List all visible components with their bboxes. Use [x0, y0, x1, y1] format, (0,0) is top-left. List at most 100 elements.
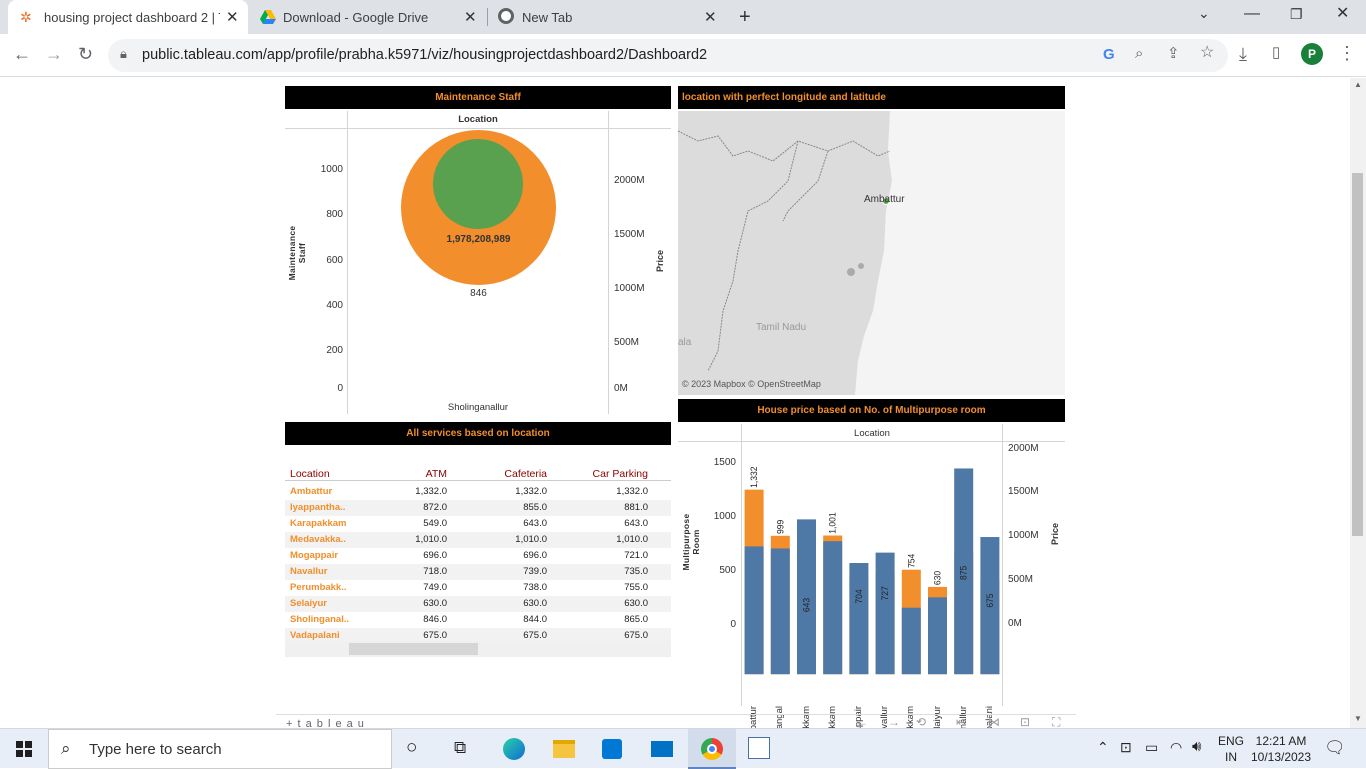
chrome-menu-icon[interactable]: ⋮ [1338, 44, 1356, 62]
share-icon[interactable]: ⋈ [988, 715, 1000, 728]
mail-icon[interactable] [651, 741, 673, 757]
microsoft-store-icon[interactable] [602, 739, 622, 759]
cortana-icon[interactable]: ○ [406, 737, 417, 759]
scroll-down-arrow-icon[interactable]: ▼ [1354, 714, 1362, 723]
reload-icon[interactable]: ↻ [78, 45, 93, 63]
tab-new-tab[interactable]: New Tab ✕ [490, 0, 726, 34]
back-arrow-icon[interactable]: ← [13, 45, 31, 63]
bookmark-star-icon[interactable]: ☆ [1200, 45, 1214, 61]
revert-icon[interactable]: ⟲ [916, 715, 926, 728]
table-row[interactable]: Perumbakk.. 749.0 738.0 755.0 [285, 580, 671, 596]
url-text[interactable]: public.tableau.com/app/profile/prabha.k5… [142, 47, 707, 63]
y2-tick: 1500M [1008, 486, 1039, 497]
price-bar[interactable] [875, 552, 895, 675]
y-tick: 1500 [713, 457, 736, 468]
window-close-icon[interactable]: ✕ [1336, 6, 1349, 22]
download-icon[interactable]: ⤓ [1239, 45, 1247, 63]
table-row[interactable]: Selaiyur 630.0 630.0 630.0 [285, 596, 671, 612]
table-row[interactable]: Mogappair 696.0 696.0 721.0 [285, 548, 671, 564]
y-tick: 400 [326, 300, 343, 311]
bar-value-label: 643 [801, 598, 812, 612]
undo-icon[interactable]: ← [856, 715, 868, 728]
value-cell: 1,332.0 [415, 486, 447, 497]
notifications-icon[interactable]: 🗨︎ [1324, 738, 1346, 758]
value-cell: 1,010.0 [515, 534, 547, 545]
services-table[interactable]: Location ATM Cafeteria Car Parking Ambat… [285, 447, 671, 658]
download-icon[interactable]: ⊡ [1020, 715, 1030, 728]
profile-avatar[interactable]: P [1301, 43, 1323, 65]
redo-icon[interactable]: → [888, 715, 900, 728]
close-tab-icon[interactable]: ✕ [704, 8, 717, 26]
bar-value-label: 727 [880, 586, 891, 600]
services-header: All services based on location [285, 422, 671, 445]
maintenance-staff-header: Maintenance Staff [285, 86, 671, 109]
house-price-chart[interactable]: Location Multipurpose Room Price 1500 10… [678, 424, 1065, 728]
volume-icon[interactable]: 🔊︎ [1192, 738, 1201, 755]
tab-google-drive[interactable]: Download - Google Drive ✕ [250, 0, 486, 34]
close-tab-icon[interactable]: ✕ [226, 8, 239, 26]
maintenance-staff-chart[interactable]: Location Maintenance Staff Price 1000 80… [285, 111, 671, 414]
region-label: Tamil Nadu [756, 322, 807, 333]
first-page-icon[interactable]: ⇤ [956, 715, 966, 728]
header-divider [285, 480, 671, 481]
table-row[interactable]: Ambattur 1,332.0 1,332.0 1,332.0 [285, 484, 671, 500]
bar-value-label: 999 [775, 520, 786, 534]
address-bar[interactable]: 🔒︎ public.tableau.com/app/profile/prabha… [108, 39, 1228, 72]
table-scrollbar[interactable] [285, 641, 671, 657]
minimize-icon[interactable]: — [1244, 6, 1260, 22]
chrome-taskbar-button[interactable] [688, 729, 736, 769]
price-bar[interactable] [770, 548, 790, 675]
price-bar[interactable] [849, 563, 869, 675]
clock-date: 10/13/2023 [1250, 750, 1312, 764]
file-explorer-icon[interactable] [553, 740, 575, 758]
snipping-tool-icon[interactable] [748, 737, 770, 759]
page-scrollbar[interactable]: ▲ ▼ [1350, 78, 1366, 728]
table-row[interactable]: Iyappantha.. 872.0 855.0 881.0 [285, 500, 671, 516]
show-hidden-icons-chevron-icon[interactable]: ⌃ [1097, 739, 1109, 756]
location-cell: Medavakka.. [290, 534, 346, 545]
y2-tick: 0M [614, 383, 628, 394]
value-cell: 739.0 [523, 566, 547, 577]
price-bar[interactable] [823, 541, 843, 675]
windows-start-icon[interactable] [16, 741, 32, 757]
clock[interactable]: 12:21 AM 10/13/2023 [1250, 734, 1312, 764]
col-header-location: Location [290, 468, 330, 480]
tableau-dashboard-page: Maintenance Staff Location Maintenance S… [0, 78, 1350, 728]
table-row[interactable]: Karapakkam 549.0 643.0 643.0 [285, 516, 671, 532]
price-bar[interactable] [744, 546, 764, 675]
wifi-icon[interactable]: ◠ [1170, 739, 1182, 756]
price-bar[interactable] [901, 607, 921, 675]
restore-icon[interactable]: ❐ [1290, 7, 1303, 21]
zoom-icon[interactable]: ⌕ [1135, 46, 1143, 61]
task-view-icon[interactable]: ⧉ [454, 738, 466, 758]
location-map[interactable]: Ambattur Tamil Nadu ala © 2023 Mapbox © … [678, 111, 1065, 395]
table-scrollbar-thumb[interactable] [349, 643, 478, 655]
language-indicator[interactable]: ENG IN [1218, 734, 1244, 764]
battery-icon[interactable]: ▭ [1145, 739, 1158, 756]
fullscreen-icon[interactable]: ⛶ [1052, 715, 1060, 728]
table-row[interactable]: Medavakka.. 1,010.0 1,010.0 1,010.0 [285, 532, 671, 548]
scroll-up-arrow-icon[interactable]: ▲ [1354, 80, 1362, 89]
security-warning-icon[interactable]: ⊡ [1120, 739, 1132, 756]
map-attribution[interactable]: © 2023 Mapbox © OpenStreetMap [682, 379, 821, 389]
tab-search-chevron-icon[interactable]: ⌄ [1198, 6, 1210, 20]
price-bar[interactable] [797, 519, 816, 675]
side-panel-icon[interactable]: ▯ [1272, 45, 1280, 60]
header-divider [285, 128, 671, 129]
new-tab-plus-icon[interactable]: + [739, 7, 751, 27]
google-g-icon[interactable]: G [1103, 46, 1115, 63]
y-tick: 1000 [320, 164, 343, 175]
close-tab-icon[interactable]: ✕ [464, 8, 477, 26]
page-scrollbar-thumb[interactable] [1352, 173, 1363, 536]
table-row[interactable]: Navallur 718.0 739.0 735.0 [285, 564, 671, 580]
tab-housing-dashboard[interactable]: ✲ housing project dashboard 2 | Ta ✕ [8, 0, 248, 34]
forward-arrow-icon[interactable]: → [45, 45, 63, 63]
price-bar[interactable] [928, 597, 947, 675]
taskbar-search-box[interactable]: ⌕ Type here to search [48, 729, 392, 769]
tableau-logo[interactable]: + t a b l e a u [286, 718, 365, 728]
edge-browser-icon[interactable] [503, 738, 525, 760]
share-icon[interactable]: ⇪ [1167, 46, 1180, 61]
maintenance-staff-circle-mark[interactable] [433, 139, 523, 229]
value-cell: 735.0 [624, 566, 648, 577]
table-row[interactable]: Sholinganal.. 846.0 844.0 865.0 [285, 612, 671, 628]
